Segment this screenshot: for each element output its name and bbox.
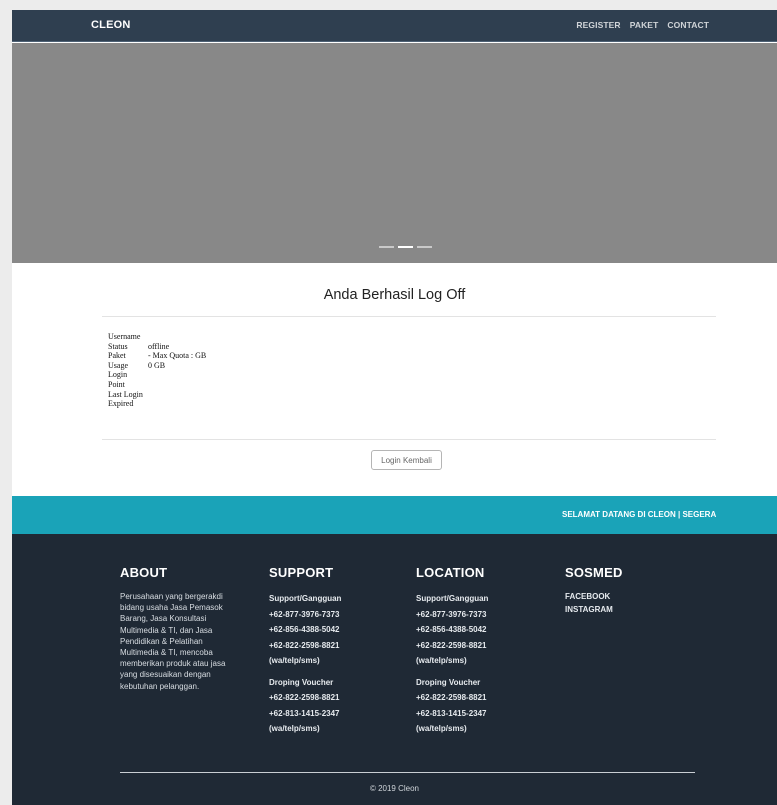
footer-about-text: Perusahaan yang bergerakdi bidang usaha … <box>120 592 226 691</box>
info-row-last-login: Last Login <box>108 390 206 400</box>
nav-links: REGISTER PAKET CONTACT <box>576 20 709 30</box>
content-divider-top <box>102 316 716 317</box>
support-line: Droping Voucher <box>269 677 334 687</box>
info-row-username: Username <box>108 332 206 342</box>
info-row-paket: Paket - Max Quota : GB <box>108 351 206 361</box>
info-row-login: Login <box>108 370 206 380</box>
support-phone[interactable]: +62-822-2598-8821 <box>269 638 341 654</box>
footer-divider <box>120 772 695 773</box>
info-row-usage: Usage 0 GB <box>108 361 206 371</box>
footer-location-heading: LOCATION <box>416 565 485 580</box>
location-phone[interactable]: +62-856-4388-5042 <box>416 622 488 638</box>
footer-support-heading: SUPPORT <box>269 565 334 580</box>
facebook-link[interactable]: FACEBOOK <box>565 591 623 604</box>
info-label: Expired <box>108 399 134 409</box>
location-phone[interactable]: +62-822-2598-8821 <box>416 638 488 654</box>
info-label: Username <box>108 332 141 341</box>
support-line: (wa/telp/sms) <box>269 656 320 665</box>
info-label: Paket <box>108 351 126 361</box>
nav-register-link[interactable]: REGISTER <box>576 20 620 30</box>
info-value <box>148 370 206 380</box>
carousel-indicator-3[interactable] <box>417 246 432 248</box>
brand-logo[interactable]: CLEON <box>91 19 131 31</box>
page: CLEON REGISTER PAKET CONTACT Anda Berhas… <box>12 10 777 805</box>
login-again-button[interactable]: Login Kembali <box>371 450 442 470</box>
info-label: Status <box>108 341 128 351</box>
location-phone[interactable]: +62-877-3976-7373 <box>416 607 488 623</box>
carousel-indicator-2[interactable] <box>398 246 413 248</box>
location-line: (wa/telp/sms) <box>416 656 467 665</box>
info-value <box>148 390 206 400</box>
support-line: (wa/telp/sms) <box>269 724 320 733</box>
info-label: Point <box>108 379 125 389</box>
info-label: Usage <box>108 360 128 370</box>
info-value <box>148 380 206 390</box>
info-value <box>148 399 206 409</box>
info-value: - Max Quota : GB <box>148 351 207 361</box>
info-value: 0 GB <box>148 360 166 370</box>
navbar: CLEON REGISTER PAKET CONTACT <box>12 10 777 42</box>
footer-support: SUPPORT Support/Gangguan +62-877-3976-73… <box>269 565 341 737</box>
announcement-bar: SELAMAT DATANG DI CLEON | SEGERA <box>12 496 777 534</box>
announcement-marquee: SELAMAT DATANG DI CLEON | SEGERA <box>562 510 717 519</box>
footer-sosmed-heading: SOSMED <box>565 565 623 580</box>
footer-about: ABOUT Perusahaan yang bergerakdi bidang … <box>120 565 238 692</box>
support-phone[interactable]: +62-877-3976-7373 <box>269 607 341 623</box>
info-label: Login <box>108 370 128 380</box>
session-info-table: Username Status offline Paket - Max Quot… <box>108 332 206 409</box>
support-line: Support/Gangguan <box>269 594 342 603</box>
info-row-status: Status offline <box>108 342 206 352</box>
nav-contact-link[interactable]: CONTACT <box>667 20 709 30</box>
carousel-indicator-1[interactable] <box>379 246 394 248</box>
footer-sosmed: SOSMED FACEBOOK INSTAGRAM <box>565 565 623 616</box>
footer-location: LOCATION Support/Gangguan +62-877-3976-7… <box>416 565 488 737</box>
footer-about-heading: ABOUT <box>120 565 168 580</box>
instagram-link[interactable]: INSTAGRAM <box>565 604 623 617</box>
info-label: Last Login <box>108 389 143 399</box>
location-phone[interactable]: +62-822-2598-8821 <box>416 690 488 706</box>
info-value: offline <box>148 341 170 351</box>
nav-paket-link[interactable]: PAKET <box>630 20 659 30</box>
location-line: (wa/telp/sms) <box>416 724 467 733</box>
info-row-expired: Expired <box>108 399 206 409</box>
support-phone[interactable]: +62-813-1415-2347 <box>269 706 341 722</box>
support-phone[interactable]: +62-856-4388-5042 <box>269 622 341 638</box>
copyright-text: © 2019 Cleon <box>369 784 420 793</box>
page-title: Anda Berhasil Log Off <box>323 287 466 303</box>
location-line: Droping Voucher <box>416 677 481 687</box>
content-divider-bottom <box>102 439 716 440</box>
info-row-point: Point <box>108 380 206 390</box>
carousel-indicators <box>379 246 432 248</box>
location-line: Support/Gangguan <box>416 594 489 603</box>
support-phone[interactable]: +62-822-2598-8821 <box>269 690 341 706</box>
footer: ABOUT Perusahaan yang bergerakdi bidang … <box>12 534 777 805</box>
info-value <box>148 332 206 342</box>
hero-carousel <box>12 43 777 263</box>
location-phone[interactable]: +62-813-1415-2347 <box>416 706 488 722</box>
